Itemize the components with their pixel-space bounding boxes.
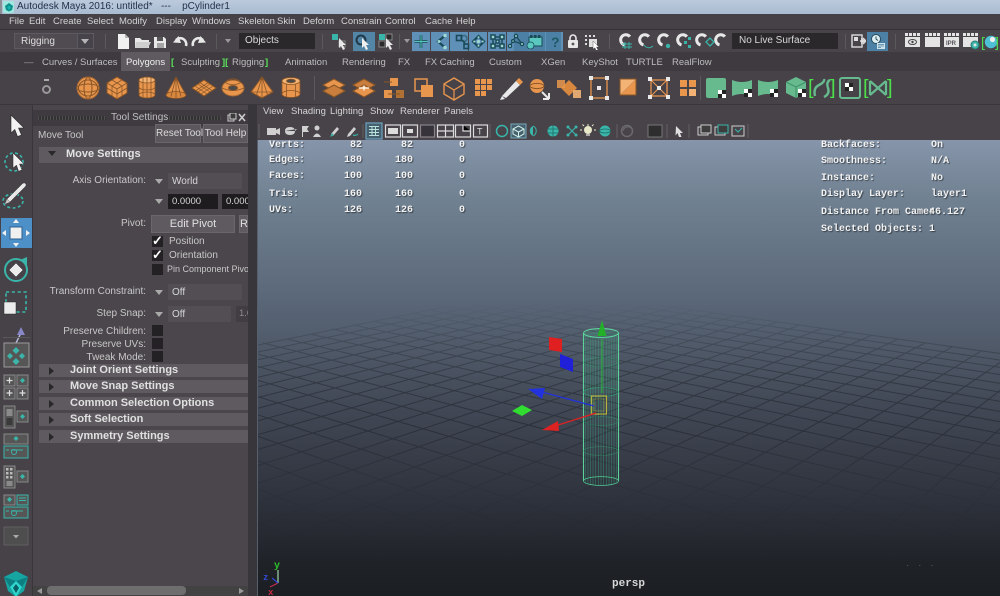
svg-text:[: [: [863, 77, 869, 99]
svg-text:y: y: [274, 561, 280, 572]
svg-text:]: ]: [995, 34, 999, 50]
svg-text:?: ?: [551, 34, 560, 50]
svg-text:T: T: [477, 127, 483, 137]
svg-text:[: [: [981, 34, 985, 50]
svg-text:IPR: IPR: [946, 41, 957, 47]
svg-text:]: ]: [830, 77, 836, 99]
svg-text:[: [: [808, 77, 814, 99]
svg-text:]: ]: [887, 77, 893, 99]
svg-text:x: x: [268, 588, 274, 596]
svg-text:z: z: [263, 573, 268, 583]
